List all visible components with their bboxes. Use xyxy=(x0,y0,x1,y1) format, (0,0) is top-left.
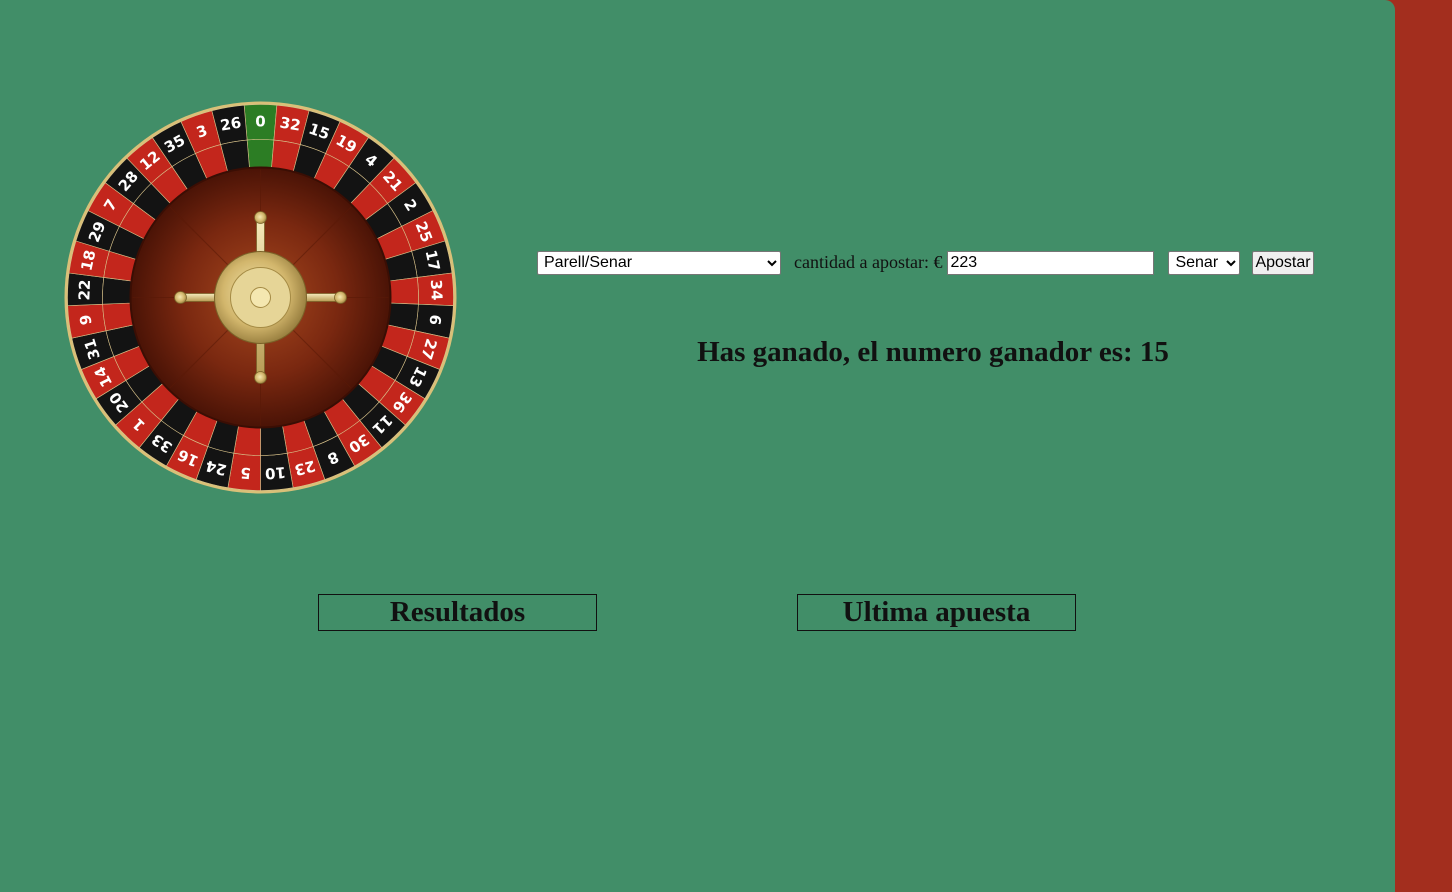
roulette-wheel: 0 32 15 19 4 21 2 25 17 34 6 27 13 36 11 30 8 23 10 5 24 16 33… xyxy=(63,100,458,495)
amount-input[interactable] xyxy=(947,250,1155,275)
wheel-number-label: 34 xyxy=(427,279,446,301)
turret-knob xyxy=(254,211,267,224)
wheel-number-label: 0 xyxy=(255,113,265,131)
wheel-center xyxy=(129,166,392,429)
wheel-pocket xyxy=(260,425,288,456)
bet-button[interactable]: Apostar xyxy=(1252,250,1314,275)
turret-knob xyxy=(174,291,187,304)
turret-knob xyxy=(254,371,267,384)
wheel-number-label: 10 xyxy=(264,463,286,483)
turret-cap xyxy=(250,287,271,308)
wheel-pocket xyxy=(389,277,419,305)
wheel-number-label: 5 xyxy=(240,463,252,482)
last-bet-section-button[interactable]: Ultima apuesta xyxy=(797,594,1076,631)
choice-select[interactable]: Senar xyxy=(1168,250,1241,275)
roulette-wheel-graphic: 0 32 15 19421225173462713361130823105241633… xyxy=(64,101,457,494)
turret-knob xyxy=(334,291,347,304)
wheel-pocket xyxy=(246,139,275,169)
results-section-button[interactable]: Resultados xyxy=(318,594,597,631)
roulette-table: 0 32 15 19 4 21 2 25 17 34 6 27 13 36 11 30 8 23 10 5 24 16 33… xyxy=(0,0,1395,892)
amount-label: cantidad a apostar: € xyxy=(794,252,943,272)
wheel-pocket xyxy=(102,277,132,305)
bet-type-select[interactable]: Parell/Senar xyxy=(537,250,781,275)
result-message: Has ganado, el numero ganador es: 15 xyxy=(697,336,1169,368)
bet-form: Parell/Senar cantidad a apostar: € Senar… xyxy=(537,250,1314,275)
wheel-number-label: 26 xyxy=(219,113,243,134)
wheel-number-label: 22 xyxy=(75,279,94,301)
wheel-number-label: 32 xyxy=(278,113,302,134)
